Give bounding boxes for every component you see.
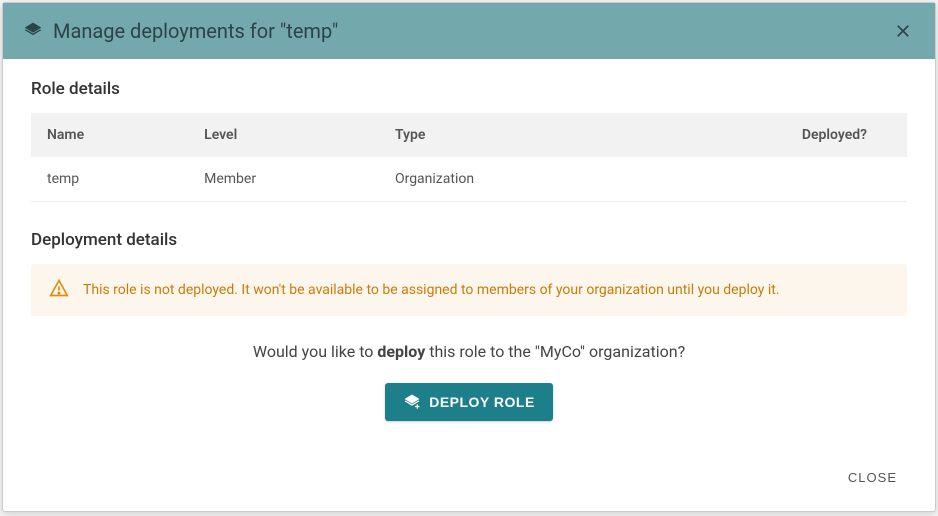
alert-text: This role is not deployed. It won't be a… [83, 282, 780, 298]
deploy-button-row: DEPLOY ROLE [31, 383, 907, 421]
role-details-heading: Role details [31, 79, 907, 99]
deployment-details-heading: Deployment details [31, 230, 907, 250]
manage-deployments-modal: Manage deployments for "temp" Role detai… [2, 2, 936, 512]
modal-footer: CLOSE [3, 454, 935, 511]
deploy-prompt: Would you like to deploy this role to th… [31, 342, 907, 361]
close-icon[interactable] [891, 19, 915, 43]
layers-icon [23, 21, 43, 41]
col-level: Level [188, 113, 379, 157]
deploy-button-label: DEPLOY ROLE [429, 394, 535, 410]
table-row: temp Member Organization [31, 157, 907, 202]
not-deployed-alert: This role is not deployed. It won't be a… [31, 264, 907, 316]
cell-name: temp [31, 157, 188, 202]
warning-icon [49, 278, 69, 302]
table-header-row: Name Level Type Deployed? [31, 113, 907, 157]
cell-type: Organization [379, 157, 632, 202]
col-deployed: Deployed? [632, 113, 907, 157]
modal-header-left: Manage deployments for "temp" [23, 19, 338, 43]
cell-level: Member [188, 157, 379, 202]
modal-title: Manage deployments for "temp" [53, 19, 338, 43]
role-details-table: Name Level Type Deployed? temp Member Or… [31, 113, 907, 202]
prompt-post: this role to the "MyCo" organization? [425, 342, 685, 361]
deploy-role-button[interactable]: DEPLOY ROLE [385, 383, 553, 421]
col-type: Type [379, 113, 632, 157]
col-name: Name [31, 113, 188, 157]
modal-header: Manage deployments for "temp" [3, 3, 935, 59]
prompt-bold: deploy [377, 342, 425, 361]
deploy-icon [403, 393, 421, 411]
close-button[interactable]: CLOSE [838, 464, 907, 491]
modal-body: Role details Name Level Type Deployed? t… [3, 59, 935, 454]
cell-deployed [632, 157, 907, 202]
prompt-pre: Would you like to [253, 342, 378, 361]
